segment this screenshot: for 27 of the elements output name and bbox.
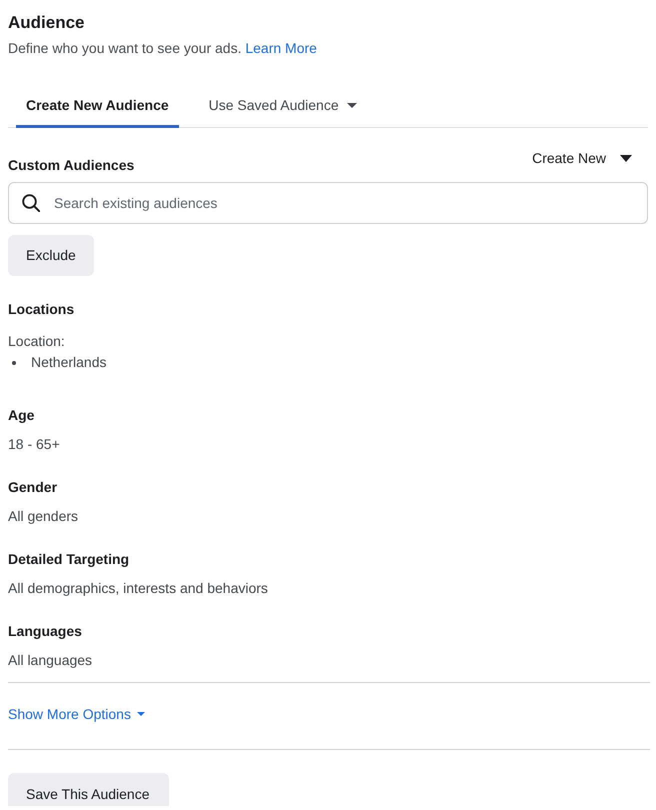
caret-icon [620,154,632,162]
value-text: All demographics, interests and behaviors [8,579,268,598]
section-label: Languages [8,622,82,641]
exclude-button[interactable]: Exclude [8,235,94,276]
section-label: Custom Audiences [8,156,134,175]
panel-title: Audience [8,13,85,33]
bullet-icon [12,360,16,364]
caret-icon [136,712,145,716]
tab[interactable]: Create New Audience [16,88,179,128]
learn-more-link[interactable]: Learn More [245,40,317,56]
search-icon [22,194,40,212]
section-label: Detailed Targeting [8,550,130,569]
tab[interactable]: Use Saved Audience [198,88,367,128]
section-label: Gender [8,478,58,497]
value-text: 18 - 65+ [8,435,60,454]
description-text: Define who you want to see your ads. Learn More [8,39,317,58]
create-new-dropdown[interactable]: Create New [532,148,632,168]
value-text: All languages [8,651,92,670]
field-label: Location: [8,332,65,351]
save-button[interactable]: Save This Audience [8,773,168,806]
value-text: All genders [8,507,78,526]
section-label: Locations [8,300,74,319]
show-more-link[interactable]: Show More Options [8,704,145,724]
search-field[interactable]: Search existing audiences [8,182,648,224]
section-label: Age [8,406,34,425]
caret-icon [346,102,357,108]
list-item: Netherlands [31,353,106,372]
